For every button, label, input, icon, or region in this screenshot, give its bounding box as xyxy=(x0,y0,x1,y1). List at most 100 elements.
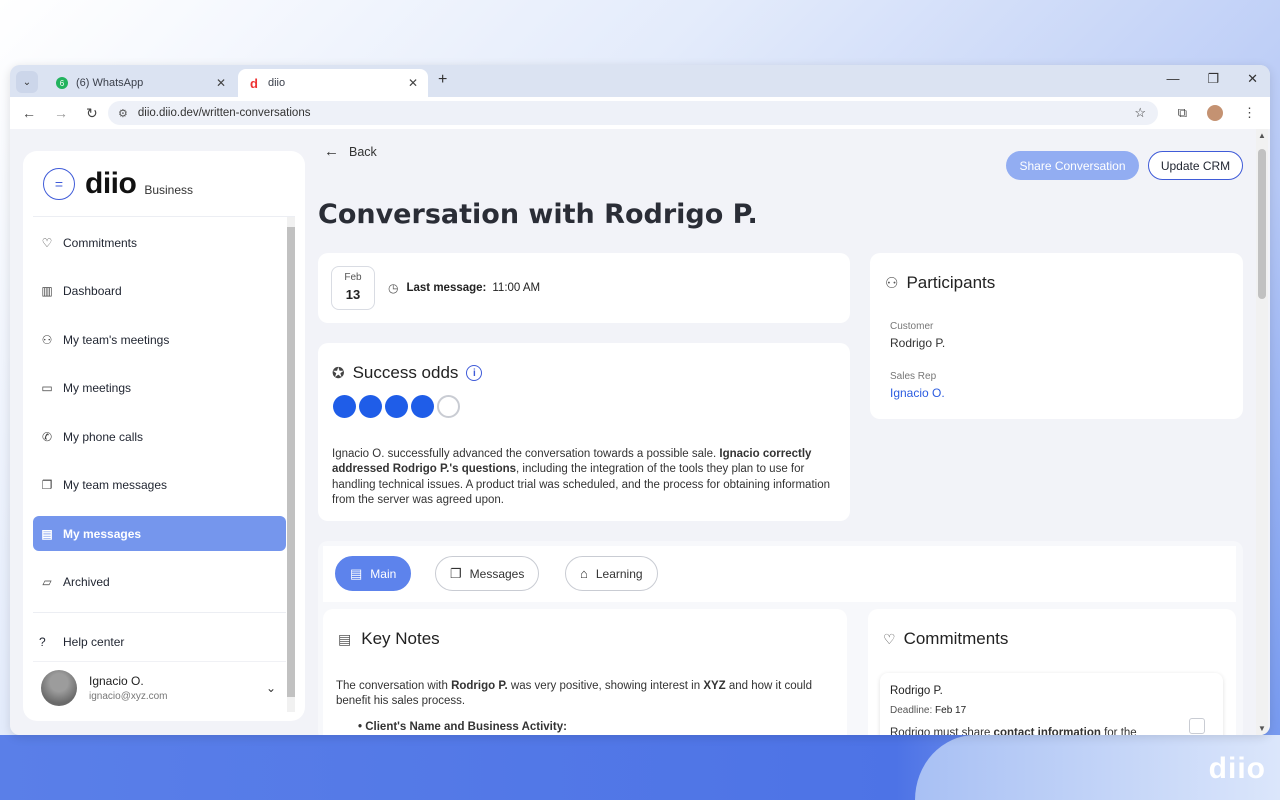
user-email: ignacio@xyz.com xyxy=(89,690,168,702)
back-arrow-icon[interactable]: ← xyxy=(22,105,36,122)
new-tab-icon[interactable]: + xyxy=(438,71,447,89)
participants-card: ⚇ Participants Customer Rodrigo P. Sales… xyxy=(870,253,1243,419)
help-center-link[interactable]: ? Help center xyxy=(23,635,305,649)
close-window-icon[interactable]: ✕ xyxy=(1247,71,1258,87)
more-menu-icon[interactable]: ⋮ xyxy=(1243,105,1256,121)
key-notes-card: ▤ Key Notes The conversation with Rodrig… xyxy=(323,609,847,735)
page-scrollbar[interactable]: ▲ ▼ xyxy=(1256,129,1268,735)
update-crm-button[interactable]: Update CRM xyxy=(1148,151,1243,180)
bar-chart-icon: ▥ xyxy=(41,284,53,298)
app-logo[interactable]: diio xyxy=(85,167,137,201)
tab-learning[interactable]: ⌂ Learning xyxy=(565,556,658,591)
sidebar-item-team-meetings[interactable]: ⚇ My team's meetings xyxy=(33,322,286,357)
sidebar-divider xyxy=(33,611,286,613)
share-conversation-button[interactable]: Share Conversation xyxy=(1006,151,1139,180)
user-menu[interactable]: Ignacio O. ignacio@xyz.com ⌄ xyxy=(33,661,286,713)
main-content: ← Back Share Conversation Update CRM Con… xyxy=(318,129,1250,735)
chat-bubbles-icon: ❐ xyxy=(41,478,53,492)
sales-rep-label: Sales Rep xyxy=(890,371,937,382)
folder-icon: ▱ xyxy=(42,575,52,589)
user-name: Ignacio O. xyxy=(89,673,144,688)
back-label: Back xyxy=(349,144,377,159)
scroll-up-icon[interactable]: ▲ xyxy=(1258,131,1266,140)
commitment-item[interactable]: Rodrigo P. Deadline: Feb 17 Rodrigo must… xyxy=(880,673,1223,735)
odds-dot-filled xyxy=(411,395,434,418)
sidebar-scrollbar[interactable] xyxy=(287,217,295,712)
sidebar-item-label: My phone calls xyxy=(63,429,144,444)
back-link[interactable]: ← Back xyxy=(324,143,377,160)
conversation-detail: ▤ Main ❐ Messages ⌂ Learning ▤ Key Notes Th… xyxy=(318,541,1243,735)
page-title: Conversation with Rodrigo P. xyxy=(318,199,758,230)
sidebar-item-archived[interactable]: ▱ Archived xyxy=(33,565,286,600)
commitment-deadline: Deadline: Feb 17 xyxy=(890,705,966,716)
logo-tag: Business xyxy=(144,182,194,197)
sidebar-item-commitments[interactable]: ♡ Commitments xyxy=(33,225,286,260)
key-notes-title: Key Notes xyxy=(361,629,440,648)
date-day: 13 xyxy=(345,287,361,302)
message-icon: ▤ xyxy=(41,526,53,541)
key-notes-text: The conversation with Rodrigo P. was ver… xyxy=(336,679,826,710)
odds-dot-empty xyxy=(437,395,460,418)
sidebar-item-phone-calls[interactable]: ✆ My phone calls xyxy=(33,419,286,454)
extensions-icon[interactable]: ⧉ xyxy=(1178,105,1187,121)
logo-row: = diio Business xyxy=(33,151,295,217)
deadline-label: Deadline: xyxy=(890,705,933,716)
close-tab-icon[interactable]: ✕ xyxy=(216,76,226,90)
profile-avatar-icon[interactable] xyxy=(1207,105,1223,121)
bottom-band xyxy=(0,735,1280,800)
scroll-down-icon[interactable]: ▼ xyxy=(1258,724,1266,733)
tab-title: (6) WhatsApp xyxy=(76,77,144,89)
menu-toggle-icon[interactable]: = xyxy=(43,167,75,200)
forward-arrow-icon[interactable]: → xyxy=(54,105,68,122)
page-viewport: = diio Business ♡ Commitments ▥ Dashboard … xyxy=(10,129,1270,735)
reload-icon[interactable]: ↻ xyxy=(86,105,98,122)
sidebar-item-team-messages[interactable]: ❐ My team messages xyxy=(33,468,286,503)
sidebar-item-label: My meetings xyxy=(63,381,132,395)
browser-toolbar: ← → ↻ ⚙ diio.diio.dev/written-conversati… xyxy=(10,97,1270,129)
address-bar[interactable]: ⚙ diio.diio.dev/written-conversations ☆ xyxy=(108,101,1158,125)
tab-bar: ⌄ 6 (6) WhatsApp ✕ d diio ✕ + — ❐ ✕ xyxy=(10,65,1270,97)
notes-bold: Rodrigo P. xyxy=(451,680,508,692)
question-icon: ? xyxy=(39,634,46,649)
sidebar-item-my-meetings[interactable]: ▭ My meetings xyxy=(33,371,286,406)
scroll-thumb[interactable] xyxy=(287,227,295,697)
heart-handshake-icon: ♡ xyxy=(883,630,896,647)
date-badge: Feb 13 xyxy=(331,266,375,310)
sidebar-item-label: My team's meetings xyxy=(63,332,170,347)
sidebar-item-dashboard[interactable]: ▥ Dashboard xyxy=(33,274,286,309)
tab-messages[interactable]: ❐ Messages xyxy=(435,556,540,591)
chevron-down-icon[interactable]: ⌄ xyxy=(266,681,276,695)
tab-main[interactable]: ▤ Main xyxy=(335,556,412,591)
close-tab-icon[interactable]: ✕ xyxy=(408,76,418,90)
notes-text: was very positive, showing interest in xyxy=(507,680,704,692)
toolbar-right: ⧉ ⋮ xyxy=(1178,105,1256,121)
heart-handshake-icon: ♡ xyxy=(41,235,53,250)
bookmark-star-icon[interactable]: ☆ xyxy=(1134,105,1146,121)
odds-dot-filled xyxy=(385,395,408,418)
video-icon: ▭ xyxy=(41,381,53,395)
site-info-icon[interactable]: ⚙ xyxy=(118,107,128,120)
date-month: Feb xyxy=(344,272,362,283)
tab-search-icon[interactable]: ⌄ xyxy=(16,71,38,93)
sidebar-item-label: My team messages xyxy=(63,478,168,492)
url-text: diio.diio.dev/written-conversations xyxy=(137,107,311,119)
last-message: ◷ Last message: 11:00 AM xyxy=(388,281,540,295)
minimize-icon[interactable]: — xyxy=(1166,71,1179,87)
sidebar-item-my-messages[interactable]: ▤ My messages xyxy=(33,516,286,551)
desc-text: for the xyxy=(1100,727,1137,735)
sales-rep-name[interactable]: Ignacio O. xyxy=(890,386,945,400)
tab-label: Learning xyxy=(595,566,643,581)
tab-label: Main xyxy=(370,566,397,581)
info-icon[interactable]: i xyxy=(466,365,483,381)
scroll-thumb[interactable] xyxy=(1258,149,1266,299)
tab-whatsapp[interactable]: 6 (6) WhatsApp ✕ xyxy=(46,69,236,97)
restore-icon[interactable]: ❐ xyxy=(1207,71,1219,87)
customer-label: Customer xyxy=(890,321,934,332)
commitments-card: ♡ Commitments Rodrigo P. Deadline: Feb 1… xyxy=(868,609,1236,735)
commitment-checkbox[interactable] xyxy=(1189,718,1205,734)
commitment-description: Rodrigo must share contact information f… xyxy=(890,727,1137,735)
last-message-time: 11:00 AM xyxy=(492,282,541,294)
tab-diio[interactable]: d diio ✕ xyxy=(238,69,428,97)
tab-title: diio xyxy=(268,77,286,89)
date-card: Feb 13 ◷ Last message: 11:00 AM xyxy=(318,253,850,323)
